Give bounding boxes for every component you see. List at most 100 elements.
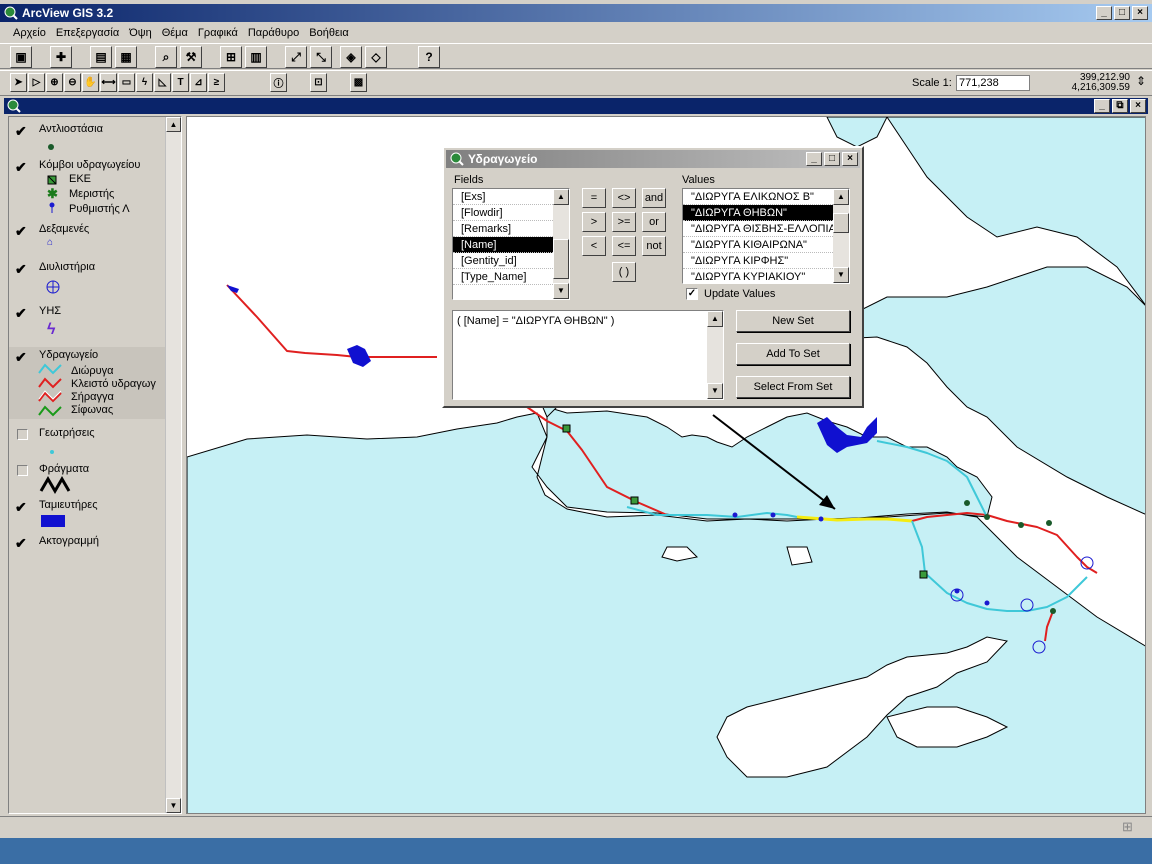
text-tool-icon[interactable]: T bbox=[172, 73, 189, 92]
zoom-in-icon[interactable]: ⊕ bbox=[46, 73, 63, 92]
vertex-tool-icon[interactable]: ▷ bbox=[28, 73, 45, 92]
op-not-button[interactable]: not bbox=[642, 236, 666, 256]
zoom-out-icon[interactable]: ⊖ bbox=[64, 73, 81, 92]
scroll-down-icon[interactable]: ▼ bbox=[553, 283, 569, 299]
layer-check-icon[interactable]: ✔ bbox=[15, 159, 27, 176]
maximize-button[interactable]: □ bbox=[1114, 6, 1130, 20]
new-set-button[interactable]: New Set bbox=[736, 310, 850, 332]
close-button[interactable]: × bbox=[1132, 6, 1148, 20]
op-greater-equal-button[interactable]: >= bbox=[612, 212, 636, 232]
minimize-button[interactable]: _ bbox=[1096, 6, 1112, 20]
layer-checkbox[interactable] bbox=[17, 465, 28, 476]
fields-list[interactable]: [Exs] [Flowdir] [Remarks] [Name] [Gentit… bbox=[452, 188, 570, 300]
query-builder-icon[interactable]: ⊞ bbox=[220, 46, 242, 68]
add-to-set-button[interactable]: Add To Set bbox=[736, 343, 850, 365]
scroll-up-icon[interactable]: ▲ bbox=[833, 189, 849, 205]
toc-scrollbar[interactable]: ▲ ▼ bbox=[165, 117, 181, 813]
select-from-set-button[interactable]: Select From Set bbox=[736, 376, 850, 398]
open-table-icon[interactable]: ▦ bbox=[115, 46, 137, 68]
menu-graphics[interactable]: Γραφικά bbox=[193, 24, 243, 42]
layer-dams[interactable]: Φράγματα bbox=[9, 461, 165, 495]
select-feature-icon[interactable]: ⊡ bbox=[310, 73, 327, 92]
value-item-selected[interactable]: "ΔΙΩΡΥΓΑ ΘΗΒΩΝ" bbox=[683, 205, 849, 221]
dialog-close-button[interactable]: × bbox=[842, 152, 858, 166]
op-greater-button[interactable]: > bbox=[582, 212, 606, 232]
clear-selection-icon[interactable]: ◇ bbox=[365, 46, 387, 68]
op-equal-button[interactable]: = bbox=[582, 188, 606, 208]
help-pointer-icon[interactable]: ? bbox=[418, 46, 440, 68]
snap-tool-icon[interactable]: ≥ bbox=[208, 73, 225, 92]
layer-aqueduct-nodes[interactable]: ✔ Κόμβοι υδραγωγείου ΕΚΕ ✱ Μεριστής Ρυθμ… bbox=[9, 157, 165, 217]
area-of-interest-icon[interactable]: ◺ bbox=[154, 73, 171, 92]
hotlink-icon[interactable]: ϟ bbox=[136, 73, 153, 92]
locate-icon[interactable]: ⚒ bbox=[180, 46, 202, 68]
layer-wells[interactable]: Γεωτρήσεις bbox=[9, 425, 165, 459]
layer-pumping-stations[interactable]: ✔ Αντλιοστάσια bbox=[9, 121, 165, 155]
legend-icon[interactable]: ▥ bbox=[245, 46, 267, 68]
zoom-active-icon[interactable]: ⤡ bbox=[310, 46, 332, 68]
layer-check-icon[interactable]: ✔ bbox=[15, 261, 27, 278]
menu-edit[interactable]: Επεξεργασία bbox=[51, 24, 124, 42]
op-or-button[interactable]: or bbox=[642, 212, 666, 232]
layer-check-icon[interactable]: ✔ bbox=[15, 499, 27, 516]
zoom-selected-icon[interactable]: ◈ bbox=[340, 46, 362, 68]
op-less-equal-button[interactable]: <= bbox=[612, 236, 636, 256]
save-project-icon[interactable]: ▣ bbox=[10, 46, 32, 68]
values-list[interactable]: "ΔΙΩΡΥΓΑ ΕΛΙΚΩΝΟΣ Β" "ΔΙΩΡΥΓΑ ΘΗΒΩΝ" "ΔΙ… bbox=[682, 188, 850, 284]
dialog-minimize-button[interactable]: _ bbox=[806, 152, 822, 166]
op-not-equal-button[interactable]: <> bbox=[612, 188, 636, 208]
field-item[interactable]: [Flowdir] bbox=[453, 205, 569, 221]
view-minimize-button[interactable]: _ bbox=[1094, 99, 1110, 113]
scroll-down-icon[interactable]: ▼ bbox=[833, 267, 849, 283]
scroll-thumb[interactable] bbox=[553, 239, 569, 279]
scroll-up-icon[interactable]: ▲ bbox=[553, 189, 569, 205]
identify-icon[interactable]: ⓘ bbox=[270, 73, 287, 92]
layer-tanks[interactable]: ✔ Δεξαμενές ⌂ bbox=[9, 221, 165, 257]
op-parentheses-button[interactable]: ( ) bbox=[612, 262, 636, 282]
add-theme-icon[interactable]: ✚ bbox=[50, 46, 72, 68]
pointer-tool-icon[interactable]: ➤ bbox=[10, 73, 27, 92]
scroll-down-icon[interactable]: ▼ bbox=[166, 798, 181, 813]
layer-check-icon[interactable]: ✔ bbox=[15, 305, 27, 322]
field-item[interactable]: [Remarks] bbox=[453, 221, 569, 237]
layer-refineries[interactable]: ✔ Διυλιστήρια bbox=[9, 259, 165, 299]
scroll-down-icon[interactable]: ▼ bbox=[707, 383, 723, 399]
layer-check-icon[interactable]: ✔ bbox=[15, 123, 27, 140]
menu-help[interactable]: Βοήθεια bbox=[304, 24, 353, 42]
field-item[interactable]: [Gentity_id] bbox=[453, 253, 569, 269]
menu-theme[interactable]: Θέμα bbox=[157, 24, 193, 42]
layer-hydro-plants[interactable]: ✔ ΥΗΣ ϟ bbox=[9, 303, 165, 343]
value-item[interactable]: "ΔΙΩΡΥΓΑ ΚΥΡΙΑΚΙΟΥ" bbox=[683, 269, 849, 283]
scroll-up-icon[interactable]: ▲ bbox=[166, 117, 181, 132]
update-values-checkbox[interactable]: ✓ bbox=[686, 288, 698, 300]
fields-scrollbar[interactable]: ▲ ▼ bbox=[553, 189, 569, 299]
layout-icon[interactable]: ▩ bbox=[350, 73, 367, 92]
value-item[interactable]: "ΔΙΩΡΥΓΑ ΘΙΣΒΗΣ-ΕΛΛΟΠΙΑΣ bbox=[683, 221, 849, 237]
scroll-up-icon[interactable]: ▲ bbox=[707, 311, 723, 327]
field-item[interactable]: [Exs] bbox=[453, 189, 569, 205]
value-item[interactable]: "ΔΙΩΡΥΓΑ ΕΛΙΚΩΝΟΣ Β" bbox=[683, 189, 849, 205]
values-scrollbar[interactable]: ▲ ▼ bbox=[833, 189, 849, 283]
layer-check-icon[interactable]: ✔ bbox=[15, 535, 27, 552]
layer-coastline[interactable]: ✔ Ακτογραμμή bbox=[9, 533, 165, 557]
value-item[interactable]: "ΔΙΩΡΥΓΑ ΚΙΡΦΗΣ" bbox=[683, 253, 849, 269]
value-item[interactable]: "ΔΙΩΡΥΓΑ ΚΙΘΑΙΡΩΝΑ" bbox=[683, 237, 849, 253]
layer-reservoirs[interactable]: ✔ Ταμιευτήρες bbox=[9, 497, 165, 533]
op-and-button[interactable]: and bbox=[642, 188, 666, 208]
pan-hand-icon[interactable]: ✋ bbox=[82, 73, 99, 92]
draw-tool-icon[interactable]: ⊿ bbox=[190, 73, 207, 92]
menu-view[interactable]: Όψη bbox=[124, 24, 156, 42]
field-item[interactable]: [Type_Name] bbox=[453, 269, 569, 285]
zoom-full-icon[interactable]: ⤢ bbox=[285, 46, 307, 68]
layer-check-icon[interactable]: ✔ bbox=[15, 223, 27, 240]
expression-box[interactable]: ( [Name] = "ΔΙΩΡΥΓΑ ΘΗΒΩΝ" ) ▲ ▼ bbox=[452, 310, 724, 400]
view-close-button[interactable]: × bbox=[1130, 99, 1146, 113]
find-icon[interactable]: ⌕ bbox=[155, 46, 177, 68]
measure-icon[interactable]: ⟷ bbox=[100, 73, 117, 92]
scale-input[interactable] bbox=[956, 75, 1030, 91]
menu-file[interactable]: Αρχείο bbox=[8, 24, 51, 42]
view-restore-button[interactable]: ⧉ bbox=[1112, 99, 1128, 113]
expression-scrollbar[interactable]: ▲ ▼ bbox=[707, 311, 723, 399]
layer-check-icon[interactable]: ✔ bbox=[15, 349, 27, 366]
menu-window[interactable]: Παράθυρο bbox=[243, 24, 304, 42]
